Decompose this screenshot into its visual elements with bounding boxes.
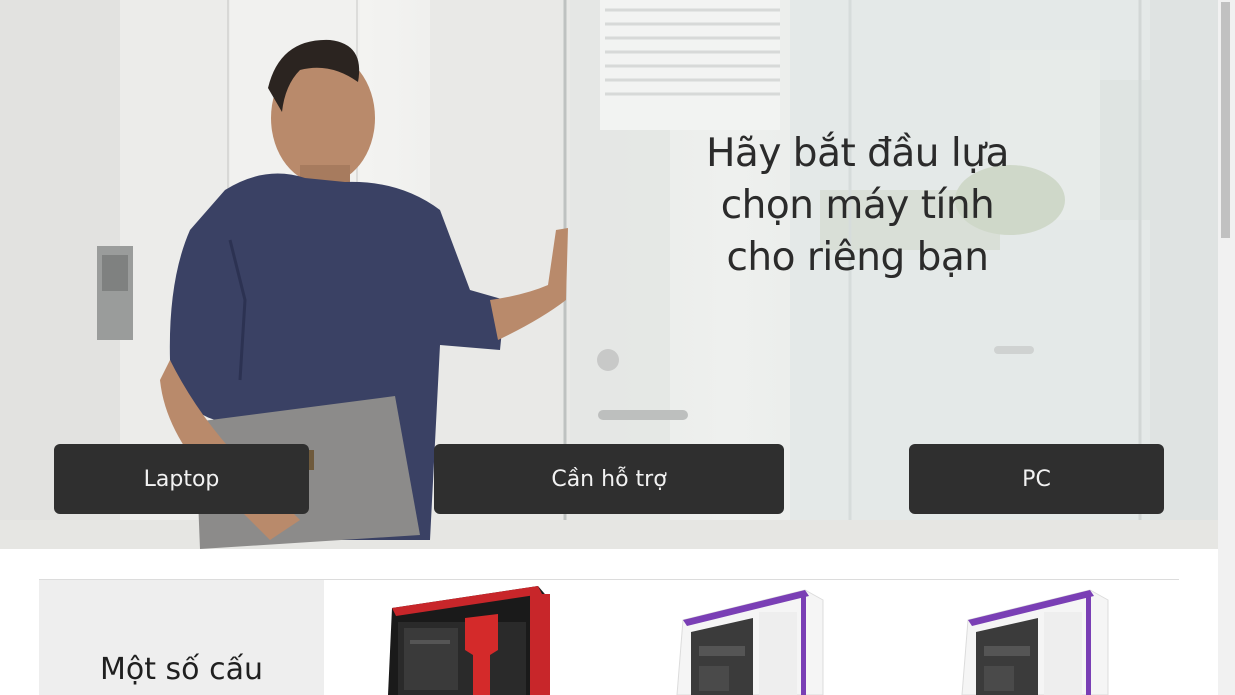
product-card[interactable]	[370, 580, 570, 695]
pc-button[interactable]: PC	[909, 444, 1164, 514]
pc-case-white-purple-image	[676, 589, 824, 695]
product-card[interactable]	[655, 580, 855, 695]
pc-case-red-image	[388, 586, 550, 695]
pc-case-white-purple-image	[961, 589, 1109, 695]
hero-banner: Hãy bắt đầu lựa chọn máy tính cho riêng …	[0, 0, 1218, 549]
laptop-button[interactable]: Laptop	[54, 444, 309, 514]
support-button[interactable]: Cần hỗ trợ	[434, 444, 784, 514]
page: Hãy bắt đầu lựa chọn máy tính cho riêng …	[0, 0, 1235, 695]
scrollbar-thumb[interactable]	[1221, 2, 1230, 238]
vertical-scrollbar[interactable]	[1218, 0, 1235, 695]
section-title: Một số cấu	[100, 652, 263, 687]
hero-title: Hãy bắt đầu lựa chọn máy tính cho riêng …	[706, 131, 1009, 280]
config-side-panel: Một số cấu	[39, 580, 324, 695]
product-card[interactable]	[940, 580, 1140, 695]
